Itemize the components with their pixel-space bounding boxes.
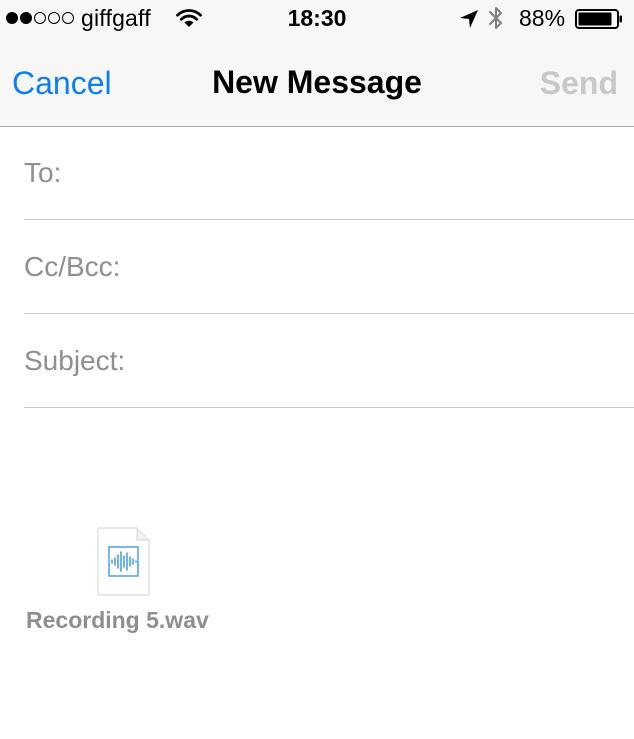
- to-field-row[interactable]: To:: [24, 127, 634, 220]
- subject-field[interactable]: [142, 341, 634, 383]
- to-label: To:: [24, 157, 62, 188]
- subject-label: Subject:: [24, 345, 126, 376]
- bluetooth-icon: [489, 7, 502, 29]
- attachment-filename[interactable]: Recording 5.wav: [26, 607, 209, 634]
- to-field[interactable]: [76, 153, 634, 195]
- audio-file-icon[interactable]: [97, 527, 150, 596]
- battery-percent: 88%: [519, 5, 566, 31]
- top-bar: giffgaff 18:30 88% Cancel New Message Se…: [0, 0, 634, 127]
- cc-bcc-field-row[interactable]: Cc/Bcc:: [24, 221, 634, 314]
- subject-field-row[interactable]: Subject:: [24, 315, 634, 408]
- cc-bcc-label: Cc/Bcc:: [24, 251, 121, 282]
- battery-icon: [575, 9, 622, 29]
- location-arrow-icon: [460, 10, 478, 28]
- status-bar: giffgaff 18:30 88%: [0, 0, 634, 38]
- send-button[interactable]: Send: [540, 65, 618, 102]
- cc-bcc-field[interactable]: [138, 247, 634, 289]
